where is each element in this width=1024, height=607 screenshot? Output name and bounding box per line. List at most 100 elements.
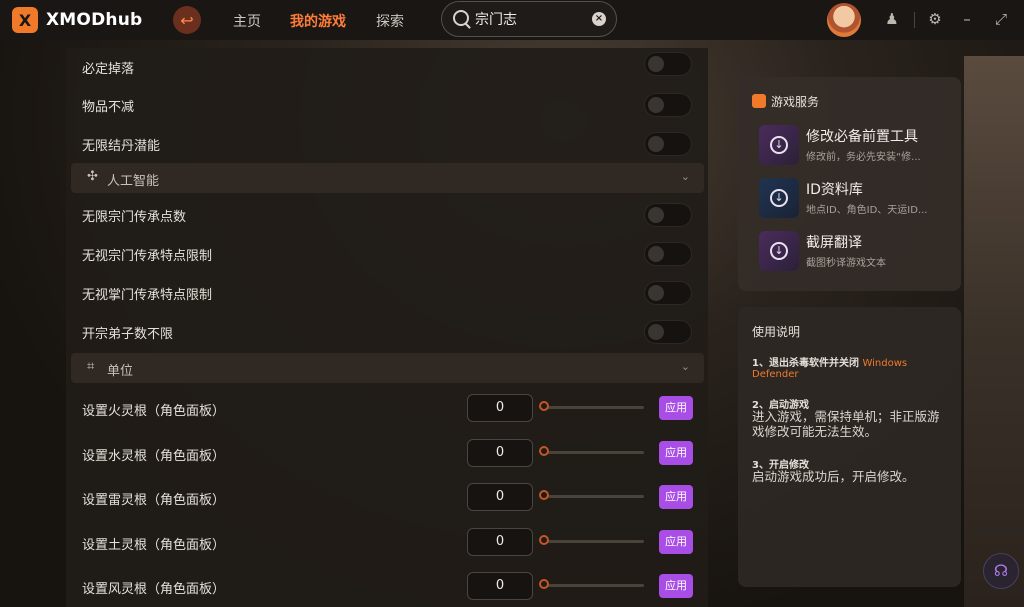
value-input[interactable]: 0 — [467, 528, 533, 556]
title-bar: X XMODhub ↩ 主页 我的游戏 探索 × ♟ ⚙ – ⤢ — [0, 0, 1024, 40]
service-item[interactable]: ↓ 修改必备前置工具 修改前，务必先安装“修... — [759, 125, 954, 165]
defender-text: Defender — [752, 369, 799, 380]
nav-my-games[interactable]: 我的游戏 — [290, 11, 346, 31]
toggle-label: 无限宗门传承点数 — [82, 210, 187, 225]
value-slider[interactable] — [539, 535, 644, 545]
value-row: 设置风灵根（角色面板） 0 应用 — [66, 565, 708, 607]
value-slider[interactable] — [539, 579, 644, 589]
service-download-icon: ↓ — [759, 125, 799, 165]
nav-explore[interactable]: 探索 — [376, 11, 404, 31]
toggle-label: 无视掌门传承特点限制 — [82, 288, 213, 303]
clear-search-icon[interactable]: × — [592, 12, 606, 26]
apply-button[interactable]: 应用 — [659, 574, 693, 598]
toggle-label: 必定掉落 — [82, 62, 135, 77]
toggle-knob — [648, 246, 664, 262]
service-title: ID资料库 — [806, 182, 863, 198]
value-label: 设置风灵根（角色面板） — [82, 582, 226, 597]
chevron-down-icon: ⌄ — [680, 170, 690, 183]
toggle-knob — [648, 136, 664, 152]
service-item[interactable]: ↓ ID资料库 地点ID、角色ID、天运ID... — [759, 178, 954, 218]
xmodhub-logo-icon: X — [12, 7, 38, 33]
search-input[interactable] — [475, 9, 585, 29]
slider-thumb[interactable] — [539, 490, 549, 500]
toggle-row: 无视宗门传承特点限制 — [66, 235, 708, 271]
value-label: 设置雷灵根（角色面板） — [82, 493, 226, 508]
toggle-row: 无视掌门传承特点限制 — [66, 274, 708, 310]
toggle-row: 开宗弟子数不限 — [66, 313, 708, 349]
apply-button[interactable]: 应用 — [659, 441, 693, 465]
toggle-label: 物品不减 — [82, 100, 135, 115]
slider-thumb[interactable] — [539, 579, 549, 589]
toggle-switch[interactable] — [644, 52, 692, 76]
app-name: XMODhub — [46, 10, 143, 30]
toggle-row: 无限结丹潜能 — [66, 125, 708, 161]
apply-button[interactable]: 应用 — [659, 485, 693, 509]
apply-button[interactable]: 应用 — [659, 530, 693, 554]
toggle-switch[interactable] — [644, 132, 692, 156]
value-input[interactable]: 0 — [467, 439, 533, 467]
guide-title: 使用说明 — [752, 325, 801, 339]
slider-thumb[interactable] — [539, 535, 549, 545]
value-slider[interactable] — [539, 401, 644, 411]
value-slider[interactable] — [539, 446, 644, 456]
back-button[interactable]: ↩ — [173, 6, 201, 34]
app-logo[interactable]: X XMODhub — [12, 7, 142, 33]
toggle-switch[interactable] — [644, 93, 692, 117]
service-title: 截屏翻译 — [806, 235, 862, 251]
service-desc: 截图秒译游戏文本 — [806, 258, 886, 269]
value-slider[interactable] — [539, 490, 644, 500]
value-label: 设置火灵根（角色面板） — [82, 404, 226, 419]
value-label: 设置土灵根（角色面板） — [82, 538, 226, 553]
section-unit-header[interactable]: ⌗ 单位 ⌄ — [71, 353, 704, 383]
service-item[interactable]: ↓ 截屏翻译 截图秒译游戏文本 — [759, 231, 954, 271]
section-title: 人工智能 — [107, 174, 160, 189]
services-header: 游戏服务 — [752, 93, 819, 110]
step2-text: 进入游戏，需保持单机；非正版游戏修改可能无法生效。 — [752, 409, 940, 439]
guide-step1: 1、退出杀毒软件并关闭 Windows Defender — [752, 354, 907, 380]
apply-button[interactable]: 应用 — [659, 396, 693, 420]
toggle-knob — [648, 207, 664, 223]
slider-thumb[interactable] — [539, 446, 549, 456]
game-services-card: 游戏服务 ↓ 修改必备前置工具 修改前，务必先安装“修... ↓ ID资料库 地… — [738, 77, 961, 291]
cheat-panel: 必定掉落 物品不减 无限结丹潜能 ✣ 人工智能 ⌄ 无限宗门传承点数 无视宗门传… — [66, 48, 708, 607]
ai-icon: ✣ — [87, 169, 98, 184]
value-input[interactable]: 0 — [467, 483, 533, 511]
value-row: 设置土灵根（角色面板） 0 应用 — [66, 521, 708, 563]
background-art — [964, 56, 1024, 607]
toggle-label: 无视宗门传承特点限制 — [82, 249, 213, 264]
service-desc: 修改前，务必先安装“修... — [806, 152, 921, 163]
value-input[interactable]: 0 — [467, 572, 533, 600]
maximize-icon[interactable]: ⤢ — [992, 10, 1010, 28]
slider-thumb[interactable] — [539, 401, 549, 411]
value-label: 设置水灵根（角色面板） — [82, 449, 226, 464]
toggle-switch[interactable] — [644, 203, 692, 227]
notification-icon[interactable]: ♟ — [883, 10, 901, 28]
value-row: 设置水灵根（角色面板） 0 应用 — [66, 432, 708, 474]
service-download-icon: ↓ — [759, 178, 799, 218]
toggle-switch[interactable] — [644, 281, 692, 305]
services-title: 游戏服务 — [771, 95, 820, 109]
windows-text: Windows — [862, 358, 908, 369]
search-icon — [453, 10, 469, 26]
toggle-row: 物品不减 — [66, 86, 708, 122]
step3-text: 启动游戏成功后，开启修改。 — [752, 469, 915, 484]
settings-icon[interactable]: ⚙ — [926, 10, 944, 28]
value-row: 设置火灵根（角色面板） 0 应用 — [66, 387, 708, 429]
user-avatar[interactable] — [827, 3, 861, 37]
toggle-knob — [648, 97, 664, 113]
divider — [914, 12, 915, 28]
nav-home[interactable]: 主页 — [233, 11, 261, 31]
search-box[interactable]: × — [441, 1, 617, 37]
minimize-icon[interactable]: – — [958, 10, 976, 28]
section-title: 单位 — [107, 364, 134, 379]
value-input[interactable]: 0 — [467, 394, 533, 422]
toggle-row: 无限宗门传承点数 — [66, 196, 708, 232]
value-row: 设置雷灵根（角色面板） 0 应用 — [66, 476, 708, 518]
section-ai-header[interactable]: ✣ 人工智能 ⌄ — [71, 163, 704, 193]
customer-service-headset-icon[interactable]: ☊ — [983, 553, 1019, 589]
toggle-switch[interactable] — [644, 320, 692, 344]
cube-icon — [752, 94, 766, 108]
toggle-switch[interactable] — [644, 242, 692, 266]
toggle-knob — [648, 56, 664, 72]
back-arrow-icon: ↩ — [180, 10, 194, 30]
